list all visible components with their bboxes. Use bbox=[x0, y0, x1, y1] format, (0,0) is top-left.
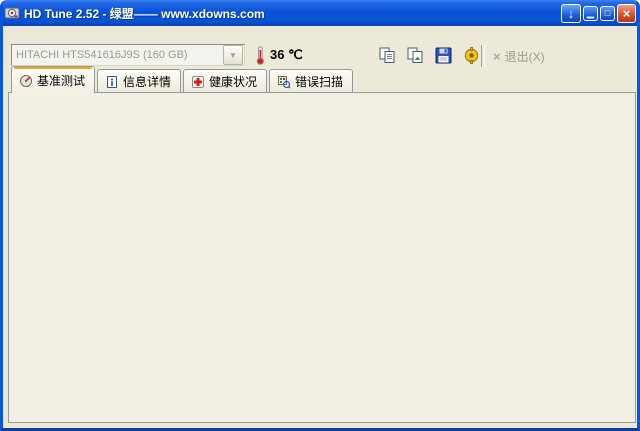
save-button[interactable] bbox=[431, 43, 456, 68]
copy-icon bbox=[379, 47, 395, 63]
benchmark-panel bbox=[8, 92, 636, 423]
benchmark-icon bbox=[20, 75, 32, 87]
exit-label: 退出(X) bbox=[504, 50, 545, 64]
copy-image-button[interactable] bbox=[403, 43, 428, 68]
save-icon bbox=[435, 47, 452, 64]
tab-health-label: 健康状况 bbox=[209, 75, 258, 89]
info-icon bbox=[107, 75, 118, 88]
titlebar[interactable]: HD Tune 2.52 - 绿盟—— www.xdowns.com ↓ ▁ □… bbox=[3, 0, 637, 26]
hdtune-window: HD Tune 2.52 - 绿盟—— www.xdowns.com ↓ ▁ □… bbox=[0, 0, 640, 431]
app-icon bbox=[4, 5, 20, 21]
exit-x-icon: × bbox=[493, 49, 501, 64]
toolbar-buttons bbox=[375, 43, 484, 68]
tab-benchmark[interactable]: 基准测试 bbox=[11, 66, 96, 93]
tab-info[interactable]: 信息详情 bbox=[97, 69, 182, 93]
download-arrow-icon: ↓ bbox=[567, 5, 575, 21]
copy-image-icon bbox=[407, 47, 423, 63]
settings-icon bbox=[464, 47, 479, 64]
drive-select-value: HITACHI HTS541616J9S (160 GB) bbox=[16, 49, 188, 61]
chevron-down-icon[interactable]: ▼ bbox=[223, 45, 243, 65]
toolbar-separator bbox=[481, 45, 485, 67]
window-title: HD Tune 2.52 - 绿盟—— www.xdowns.com bbox=[24, 6, 265, 21]
maximize-button[interactable]: □ bbox=[600, 5, 615, 21]
tab-error-scan[interactable]: 错误扫描 bbox=[269, 69, 354, 93]
drive-select[interactable]: HITACHI HTS541616J9S (160 GB) ▼ bbox=[11, 44, 245, 66]
health-icon bbox=[192, 75, 205, 88]
minimize-icon: ▁ bbox=[587, 7, 594, 18]
temperature-value: 36 ℃ bbox=[270, 47, 303, 62]
close-button[interactable]: × bbox=[617, 3, 636, 23]
minimize-button[interactable]: ▁ bbox=[583, 5, 598, 21]
tab-error-scan-label: 错误扫描 bbox=[295, 75, 344, 89]
tab-benchmark-label: 基准测试 bbox=[37, 73, 86, 88]
tab-strip: 基准测试 信息详情 健康状况 错误扫描 bbox=[11, 66, 355, 93]
close-icon: × bbox=[622, 5, 631, 21]
copy-button[interactable] bbox=[375, 43, 400, 68]
tab-info-label: 信息详情 bbox=[123, 75, 172, 89]
temperature-icon bbox=[255, 46, 266, 70]
tab-health[interactable]: 健康状况 bbox=[183, 69, 268, 93]
maximize-icon: □ bbox=[604, 8, 611, 18]
error-scan-icon bbox=[278, 75, 291, 89]
download-button[interactable]: ↓ bbox=[561, 3, 581, 23]
exit-button[interactable]: × 退出(X) bbox=[489, 46, 549, 67]
